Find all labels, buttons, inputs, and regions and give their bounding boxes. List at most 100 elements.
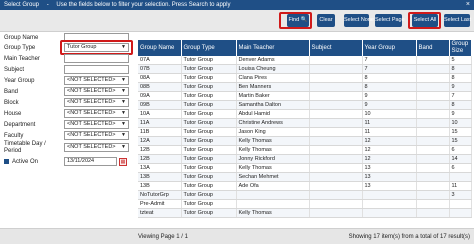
select-none-button[interactable]: Select None <box>344 14 374 27</box>
table-row[interactable]: 13B Tutor Group Sechan Mehmet 13 <box>138 172 472 182</box>
table-row[interactable]: 12B Tutor Group Jonny Rickford 12 14 <box>138 154 472 164</box>
table-cell: 12A <box>138 136 182 146</box>
table-cell: 13 <box>362 181 417 191</box>
main-teacher-input[interactable] <box>64 54 129 63</box>
column-header[interactable]: Group Size <box>449 40 472 56</box>
table-cell <box>416 82 450 92</box>
table-cell: Clana Pires <box>236 73 310 83</box>
subject-input[interactable] <box>64 65 129 74</box>
group-type-label: Group Type <box>4 45 36 51</box>
timetable-day-select[interactable]: <NOT SELECTED> ▼ <box>64 143 129 152</box>
result-count: Showing 17 item(s) from a total of 17 re… <box>348 234 470 240</box>
table-cell: Jonny Rickford <box>236 154 310 164</box>
department-select[interactable]: <NOT SELECTED> ▼ <box>64 120 129 129</box>
table-cell: 6 <box>449 145 472 155</box>
band-value: <NOT SELECTED> <box>67 88 116 94</box>
table-cell <box>309 56 363 65</box>
table-row[interactable]: 07B Tutor Group Louisa Cheung 7 8 <box>138 64 472 74</box>
table-row[interactable]: 09B Tutor Group Samantha Dalton 9 8 <box>138 100 472 110</box>
table-row[interactable]: 12B Tutor Group Kelly Thomas 12 6 <box>138 145 472 155</box>
table-cell: 10 <box>362 109 417 119</box>
table-cell: Tutor Group <box>181 181 237 191</box>
table-cell <box>416 163 450 173</box>
close-icon[interactable]: × <box>466 0 470 10</box>
table-row[interactable]: 13A Tutor Group Kelly Thomas 13 6 <box>138 163 472 173</box>
table-row[interactable]: 08A Tutor Group Clana Pires 8 8 <box>138 73 472 83</box>
table-cell <box>416 154 450 164</box>
table-row[interactable]: 11A Tutor Group Christine Andrews 11 10 <box>138 118 472 128</box>
table-cell: 12B <box>138 154 182 164</box>
house-value: <NOT SELECTED> <box>67 110 116 116</box>
table-cell <box>309 109 363 119</box>
faculty-value: <NOT SELECTED> <box>67 132 116 138</box>
department-label: Department <box>4 122 36 128</box>
title-separator: - <box>46 2 49 8</box>
table-row[interactable]: tzteat Tutor Group Kelly Thomas <box>138 208 472 218</box>
table-cell <box>309 199 363 209</box>
table-cell <box>416 100 450 110</box>
table-cell: Kelly Thomas <box>236 163 310 173</box>
dialog-instruction: Use the fields below to filter your sele… <box>56 2 231 8</box>
table-cell <box>416 136 450 146</box>
table-cell: Christine Andrews <box>236 118 310 128</box>
table-cell: 8 <box>449 100 472 110</box>
table-row[interactable]: 07A Tutor Group Denver Adams 7 5 <box>138 56 472 65</box>
table-cell: tzteat <box>138 208 182 218</box>
chevron-down-icon: ▼ <box>121 132 126 138</box>
table-cell <box>416 172 450 182</box>
select-last-button[interactable]: Select Last <box>444 14 471 27</box>
table-cell: 11 <box>449 181 472 191</box>
table-cell: 7 <box>362 56 417 65</box>
table-cell: Denver Adams <box>236 56 310 65</box>
band-label: Band <box>4 89 19 95</box>
year-group-label: Year Group <box>4 78 35 84</box>
column-header[interactable]: Subject <box>309 40 363 56</box>
table-cell <box>416 56 450 65</box>
table-cell <box>416 181 450 191</box>
table-cell <box>236 199 310 209</box>
block-label: Block <box>4 100 19 106</box>
table-cell <box>309 82 363 92</box>
table-cell <box>416 91 450 101</box>
table-header-row: Group Name Group Type Main Teacher Subje… <box>138 40 472 56</box>
house-select[interactable]: <NOT SELECTED> ▼ <box>64 109 129 118</box>
table-cell <box>309 190 363 200</box>
clear-button[interactable]: Clear <box>317 14 335 27</box>
table-cell: 11 <box>362 127 417 137</box>
table-row[interactable]: NoTutorGrp Tutor Group 3 <box>138 190 472 200</box>
table-cell: 07B <box>138 64 182 74</box>
table-cell: 08B <box>138 82 182 92</box>
faculty-select[interactable]: <NOT SELECTED> ▼ <box>64 131 129 140</box>
column-header[interactable]: Group Name <box>138 40 182 56</box>
table-cell: 13B <box>138 181 182 191</box>
table-row[interactable]: 13B Tutor Group Ade Ofa 13 11 <box>138 181 472 191</box>
calendar-icon[interactable]: ▦ <box>119 158 127 166</box>
table-cell <box>416 208 450 218</box>
year-group-select[interactable]: <NOT SELECTED> ▼ <box>64 76 129 85</box>
active-on-date-input[interactable]: 13/11/2024 <box>64 157 117 166</box>
column-header[interactable]: Year Group <box>362 40 417 56</box>
table-cell: Tutor Group <box>181 56 237 65</box>
column-header[interactable]: Main Teacher <box>236 40 310 56</box>
table-row[interactable]: 08B Tutor Group Ben Manners 8 9 <box>138 82 472 92</box>
chevron-down-icon: ▼ <box>121 77 126 83</box>
select-page-button[interactable]: Select Page <box>375 14 405 27</box>
table-cell: 10A <box>138 109 182 119</box>
table-row[interactable]: 09A Tutor Group Martin Baker 9 7 <box>138 91 472 101</box>
table-row[interactable]: 12A Tutor Group Kelly Thomas 12 15 <box>138 136 472 146</box>
table-cell: Kelly Thomas <box>236 145 310 155</box>
block-select[interactable]: <NOT SELECTED> ▼ <box>64 98 129 107</box>
table-row[interactable]: 10A Tutor Group Abdul Hamid 10 9 <box>138 109 472 119</box>
table-cell <box>416 109 450 119</box>
results-table: Group Name Group Type Main Teacher Subje… <box>138 40 472 218</box>
active-on-checkbox[interactable] <box>4 159 9 164</box>
column-header[interactable]: Band <box>416 40 450 56</box>
column-header[interactable]: Group Type <box>181 40 237 56</box>
table-row[interactable]: 11B Tutor Group Jason King 11 15 <box>138 127 472 137</box>
table-cell: Tutor Group <box>181 190 237 200</box>
table-cell: Sechan Mehmet <box>236 172 310 182</box>
table-cell: Tutor Group <box>181 73 237 83</box>
table-cell: 12 <box>362 136 417 146</box>
table-row[interactable]: Pre-Admit Tutor Group <box>138 199 472 209</box>
band-select[interactable]: <NOT SELECTED> ▼ <box>64 87 129 96</box>
